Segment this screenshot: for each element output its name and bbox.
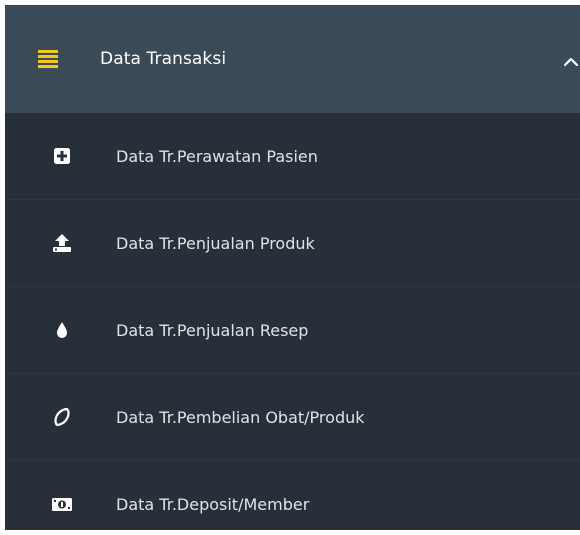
plus-square-icon: [54, 148, 70, 164]
menu-item-perawatan-pasien[interactable]: Data Tr.Perawatan Pasien: [5, 113, 580, 200]
chevron-up-icon: [563, 57, 579, 67]
sidebar-menu: Data Transaksi Data Tr.Perawatan Pasien …: [5, 5, 580, 530]
menu-item-label: Data Tr.Perawatan Pasien: [116, 147, 318, 166]
droplet-icon: [57, 322, 67, 338]
menu-group-data-transaksi[interactable]: Data Transaksi: [5, 5, 580, 113]
menu-item-penjualan-resep[interactable]: Data Tr.Penjualan Resep: [5, 287, 580, 374]
upload-icon: [53, 234, 71, 252]
money-icon: [52, 498, 72, 511]
menu-item-label: Data Tr.Penjualan Produk: [116, 234, 315, 253]
menu-item-label: Data Tr.Pembelian Obat/Produk: [116, 408, 365, 427]
hamburger-icon: [38, 50, 58, 68]
menu-item-label: Data Tr.Penjualan Resep: [116, 321, 309, 340]
menu-item-label: Data Tr.Deposit/Member: [116, 495, 310, 514]
menu-item-pembelian-obat[interactable]: Data Tr.Pembelian Obat/Produk: [5, 374, 580, 461]
menu-item-deposit-member[interactable]: Data Tr.Deposit/Member: [5, 461, 580, 530]
menu-item-penjualan-produk[interactable]: Data Tr.Penjualan Produk: [5, 200, 580, 287]
leaf-icon: [54, 407, 70, 427]
menu-group-title: Data Transaksi: [100, 49, 227, 69]
